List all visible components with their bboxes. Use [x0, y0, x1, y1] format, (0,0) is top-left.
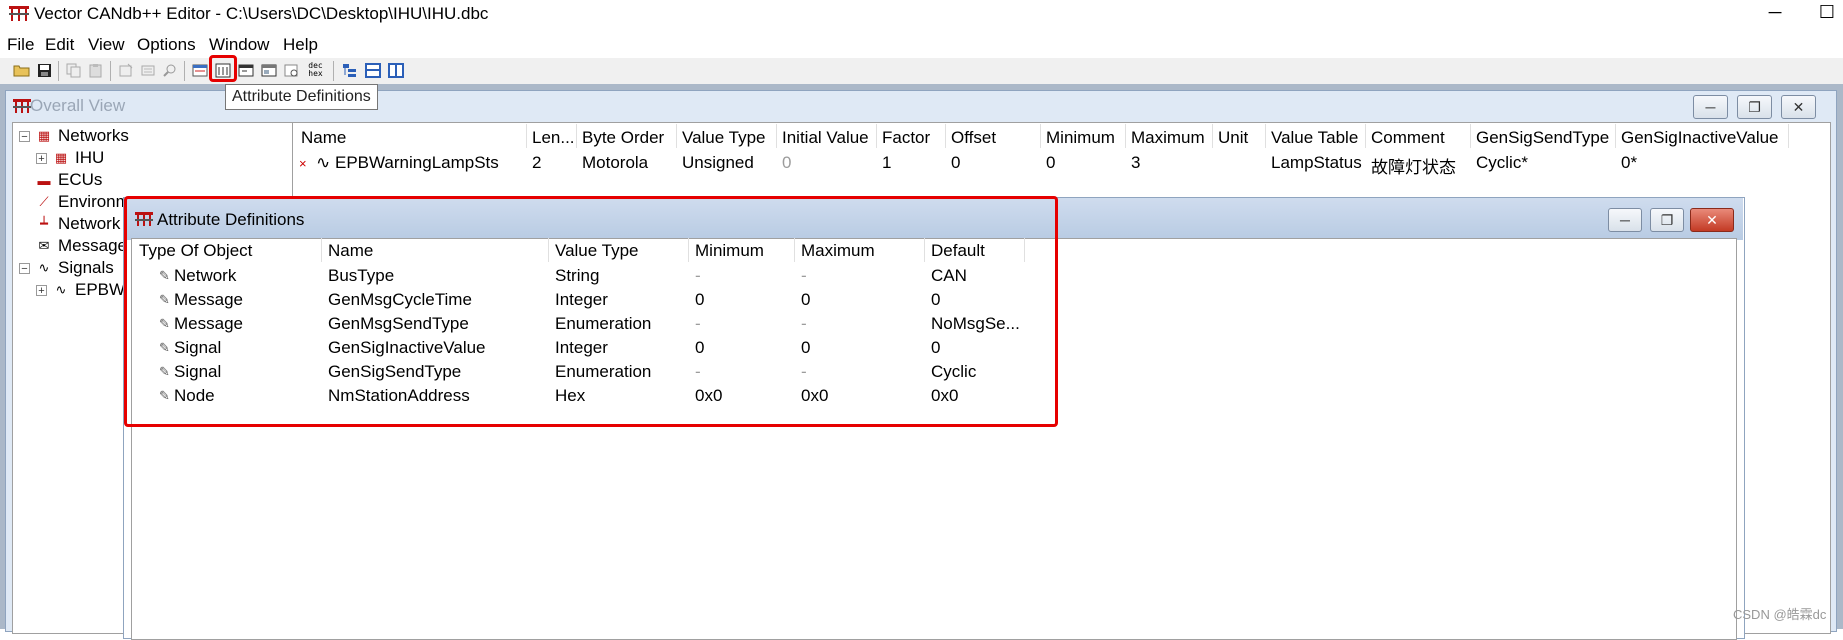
network-icon: ▦ — [54, 150, 68, 165]
tree-item-networks[interactable]: − ▦ Networks — [19, 126, 129, 146]
tree-label: IHU — [75, 148, 105, 167]
signal-row-maximum: 3 — [1131, 153, 1141, 172]
toolbar-highlight-box — [209, 55, 237, 82]
column-header-maximum[interactable]: Maximum — [1131, 128, 1205, 148]
signal-row-factor: 1 — [882, 153, 892, 172]
view-window-icon[interactable] — [259, 61, 278, 79]
ecu-icon: ▬ — [37, 172, 51, 188]
message-icon: ✉ — [38, 238, 50, 253]
attribute-definitions-restore-button[interactable]: ❐ — [1650, 208, 1684, 232]
signal-row-value-type: Unsigned — [682, 153, 754, 172]
overall-view-restore-button[interactable]: ❐ — [1737, 95, 1772, 119]
attribute-definitions-minimize-button[interactable]: ─ — [1608, 208, 1642, 232]
menu-options[interactable]: Options — [137, 35, 196, 55]
signal-row-value-table: LampStatus — [1271, 153, 1362, 172]
window-title: Vector CANdb++ Editor - C:\Users\DC\Desk… — [34, 4, 489, 23]
maximize-button[interactable]: ☐ — [1815, 2, 1839, 26]
menu-bar: File Edit View Options Window Help — [0, 32, 1843, 58]
menu-view[interactable]: View — [88, 35, 125, 55]
column-header-comment[interactable]: Comment — [1371, 128, 1445, 148]
tree-label: Networks — [58, 126, 129, 145]
dec-hex-toggle-icon[interactable]: dec hex — [306, 61, 325, 79]
attribute-definitions-highlight-box — [124, 196, 1058, 427]
tree-item-signals[interactable]: − ∿ Signals — [19, 258, 114, 278]
expand-icon[interactable]: + — [36, 152, 47, 164]
column-header-byte-order[interactable]: Byte Order — [582, 128, 664, 148]
signal-row-name[interactable]: EPBWarningLampSts — [335, 153, 499, 173]
value-tables-icon[interactable] — [236, 61, 255, 79]
new-object-icon[interactable] — [116, 61, 135, 79]
column-header-initial-value[interactable]: Initial Value — [782, 128, 869, 148]
watermark: CSDN @皓霖dc — [1733, 607, 1827, 622]
collapse-icon[interactable]: − — [19, 262, 30, 274]
column-header-value-table[interactable]: Value Table — [1271, 128, 1358, 148]
error-x-icon: × — [299, 156, 307, 171]
column-header-offset[interactable]: Offset — [951, 128, 996, 148]
properties-icon[interactable] — [138, 61, 157, 79]
signal-icon: ∿ — [55, 282, 67, 297]
menu-edit[interactable]: Edit — [45, 35, 74, 55]
column-header-factor[interactable]: Factor — [882, 128, 930, 148]
tree-item-messages[interactable]: ✉ Message — [36, 236, 127, 256]
tree-label: ECUs — [58, 170, 103, 189]
signal-row-initial-value: 0 — [782, 153, 792, 172]
app-icon — [9, 6, 29, 21]
column-header-minimum[interactable]: Minimum — [1046, 128, 1115, 148]
tree-label: Message — [58, 236, 127, 255]
expand-icon[interactable]: + — [36, 284, 47, 296]
tree-item-ihu[interactable]: + ▦ IHU — [36, 148, 104, 168]
signal-icon: ∿ — [316, 153, 331, 172]
open-folder-icon[interactable] — [12, 61, 31, 79]
tree-item-ecus[interactable]: ▬ ECUs — [36, 170, 103, 190]
overall-view-close-button[interactable]: ✕ — [1781, 95, 1816, 119]
tree-label: Signals — [58, 258, 114, 277]
minimize-button[interactable]: ─ — [1760, 2, 1790, 26]
save-icon[interactable] — [35, 61, 54, 79]
menu-window[interactable]: Window — [209, 35, 269, 55]
overall-view-icon — [13, 99, 31, 113]
tree-item-epbwarninglampsts[interactable]: + ∿ EPBWa — [36, 280, 134, 300]
overall-view-title: Overall View — [30, 96, 126, 115]
paste-icon[interactable] — [86, 61, 105, 79]
column-header-unit[interactable]: Unit — [1218, 128, 1248, 148]
node-icon: ┷ — [40, 216, 48, 231]
signal-row-minimum: 0 — [1046, 153, 1056, 172]
signal-icon: ∿ — [38, 260, 50, 275]
env-icon: ⟋ — [39, 194, 49, 209]
overall-view-minimize-button[interactable]: ─ — [1693, 95, 1728, 119]
signal-row-byte-order: Motorola — [582, 153, 649, 172]
tile-vertical-icon[interactable] — [386, 61, 405, 79]
signal-row-gensigsendtype: Cyclic* — [1476, 153, 1528, 172]
toolbar-tooltip: Attribute Definitions — [225, 84, 378, 110]
tree-label: Network — [58, 214, 121, 233]
tile-horizontal-icon[interactable] — [363, 61, 382, 79]
signal-row-gensiginactivevalue: 0* — [1621, 153, 1638, 172]
column-header-value-type[interactable]: Value Type — [682, 128, 766, 148]
signal-row-offset: 0 — [951, 153, 961, 172]
column-header-gensigsendtype[interactable]: GenSigSendType — [1476, 128, 1609, 148]
network-icon: ▦ — [37, 128, 51, 143]
tree-item-environment[interactable]: ⟋ Environm — [36, 192, 130, 212]
menu-help[interactable]: Help — [283, 35, 318, 55]
tree-view-icon[interactable] — [340, 61, 359, 79]
copy-icon[interactable] — [64, 61, 83, 79]
toolbar: dec hex — [0, 58, 1843, 85]
column-header-name[interactable]: Name — [301, 128, 346, 148]
attribute-definitions-close-button[interactable]: ✕ — [1690, 208, 1734, 232]
search-icon[interactable] — [160, 61, 179, 79]
tree-item-network-nodes[interactable]: ┷ Network — [36, 214, 120, 234]
compare-icon[interactable] — [282, 61, 301, 79]
signal-row-length: 2 — [532, 153, 542, 172]
column-header-length[interactable]: Len... — [532, 128, 575, 148]
signal-row-comment: 故障灯状态 — [1371, 158, 1456, 177]
column-header-gensiginactivevalue[interactable]: GenSigInactiveValue — [1621, 128, 1779, 148]
collapse-icon[interactable]: − — [19, 130, 30, 142]
tree-label: Environm — [58, 192, 130, 211]
menu-file[interactable]: File — [7, 35, 34, 55]
consistency-check-icon[interactable] — [190, 61, 209, 79]
